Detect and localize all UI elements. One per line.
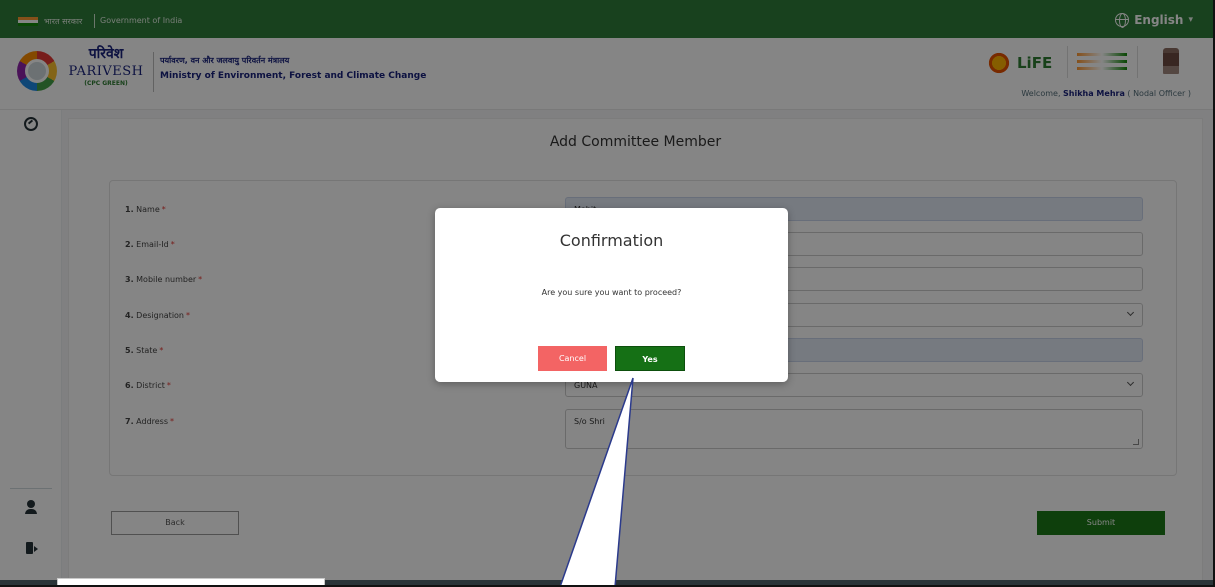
callout-box	[57, 578, 325, 585]
app-frame: भारत सरकार Government of India English ▾…	[0, 0, 1215, 587]
yes-button[interactable]: Yes	[615, 346, 685, 371]
confirmation-dialog: Confirmation Are you sure you want to pr…	[435, 208, 788, 382]
dialog-message: Are you sure you want to proceed?	[541, 288, 682, 297]
dialog-title: Confirmation	[559, 231, 664, 250]
cancel-button[interactable]: Cancel	[538, 346, 607, 371]
